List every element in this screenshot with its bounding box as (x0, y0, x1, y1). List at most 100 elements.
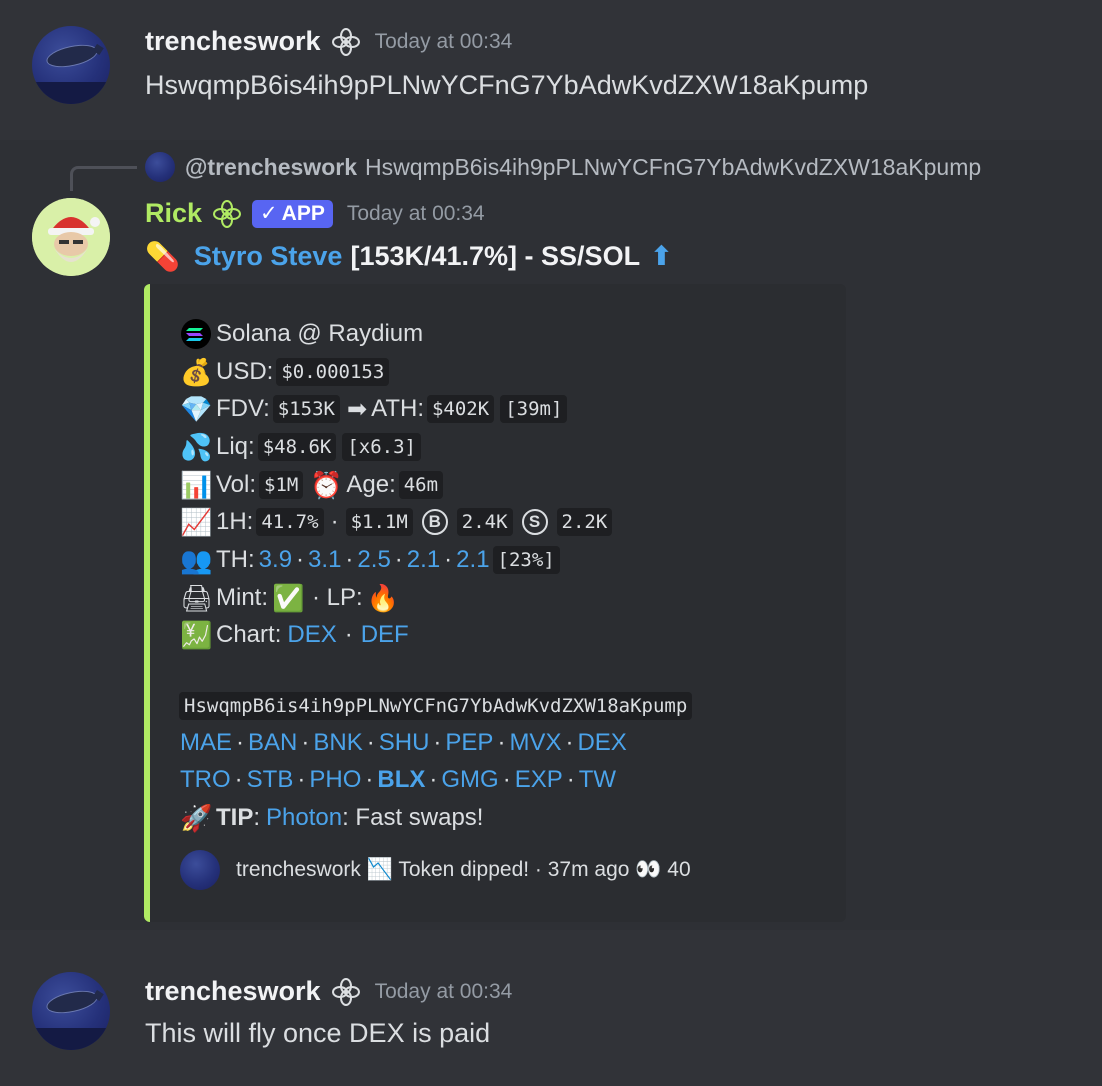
pill-icon: 💊 (145, 241, 180, 272)
lp-label: · LP: (312, 584, 363, 611)
clan-tag-icon[interactable] (212, 199, 242, 229)
age-value: 46m (398, 471, 444, 499)
footer-avatar (180, 850, 220, 890)
reply-text[interactable]: HswqmpB6is4ih9pPLNwYCFnG7YbAdwKvdZXW18aK… (365, 154, 981, 181)
username[interactable]: trencheswork (145, 26, 321, 57)
users-icon: 👥 (180, 545, 213, 575)
user-avatar[interactable] (32, 26, 110, 104)
link-exp[interactable]: EXP (515, 766, 563, 794)
separator: · (502, 766, 511, 793)
message-text: This will fly once DEX is paid (145, 1018, 491, 1048)
tip-colon: : (253, 804, 261, 831)
vol-value: $1M (259, 471, 304, 499)
th-link[interactable]: 2.1 (407, 546, 440, 574)
footer-text: trencheswork 📉 Token dipped! · 37m ago 👀… (236, 858, 691, 881)
buys-count: 2.4K (456, 508, 513, 536)
up-arrow-icon: ⬆ (650, 241, 673, 271)
h1-volume: $1.1M (345, 508, 413, 536)
link-gmg[interactable]: GMG (441, 766, 498, 794)
sell-icon: S (521, 509, 548, 535)
th-link[interactable]: 3.1 (308, 546, 341, 574)
token-link[interactable]: Styro Steve (194, 241, 343, 272)
chart-yen-icon: 💹 (180, 620, 213, 650)
th-label: TH: (216, 546, 255, 573)
separator: · (433, 729, 442, 756)
bot-avatar[interactable] (32, 198, 110, 276)
app-badge: ✓ APP (252, 199, 333, 228)
link-tw[interactable]: TW (579, 766, 616, 794)
user-avatar[interactable] (32, 972, 110, 1050)
link-tro[interactable]: TRO (180, 766, 231, 794)
link-pho[interactable]: PHO (309, 766, 361, 794)
buy-icon: B (421, 509, 448, 535)
link-ban[interactable]: BAN (248, 729, 297, 757)
link-blx[interactable]: BLX (377, 766, 425, 794)
liq-value: $48.6K (257, 433, 337, 461)
right-arrow-icon: ➡ (346, 395, 368, 423)
link-pep[interactable]: PEP (445, 729, 493, 757)
ath-time: [39m] (500, 395, 568, 423)
th-link[interactable]: 2.1 (456, 546, 489, 574)
h1-label: 1H: (216, 508, 254, 535)
token-embed: Solana @ Raydium 💰 USD: $0.000153 💎 FDV:… (144, 284, 846, 922)
clan-tag-icon[interactable] (331, 27, 361, 57)
age-label: Age: (346, 471, 396, 498)
separator: · (444, 546, 453, 573)
link-shu[interactable]: SHU (379, 729, 430, 757)
gem-icon: 💎 (180, 394, 213, 424)
ath-value: $402K (426, 395, 495, 423)
reply-mention[interactable]: @trencheswork (185, 154, 357, 181)
reply-avatar (145, 152, 175, 182)
alarm-clock-icon: ⏰ (310, 470, 343, 500)
reply-connector (70, 166, 137, 191)
separator: · (366, 729, 375, 756)
tip-text: : Fast swaps! (342, 804, 484, 831)
separator: · (497, 729, 506, 756)
separator: · (394, 546, 403, 573)
santa-avatar-icon (32, 198, 110, 276)
h1-percent: 41.7% (256, 508, 324, 536)
liq-multiplier: [x6.3] (342, 433, 421, 461)
printer-icon: 🖨 (180, 583, 214, 613)
link-mvx[interactable]: MVX (509, 729, 561, 757)
separator: · (234, 766, 243, 793)
separator: · (297, 766, 306, 793)
link-dex[interactable]: DEX (577, 729, 626, 757)
message-1: trencheswork Today at 00:34 HswqmpB6is4i… (0, 0, 1102, 140)
link-bnk[interactable]: BNK (313, 729, 362, 757)
clan-tag-icon[interactable] (331, 977, 361, 1007)
bot-username[interactable]: Rick (145, 198, 202, 229)
separator: · (301, 729, 310, 756)
th-link[interactable]: 3.9 (259, 546, 292, 574)
check-mark-icon: ✅ (272, 583, 305, 613)
contract-address[interactable]: HswqmpB6is4ih9pPLNwYCFnG7YbAdwKvdZXW18aK… (179, 692, 693, 720)
droplets-icon: 💦 (180, 432, 213, 462)
liq-label: Liq: (216, 433, 255, 460)
fdv-label: FDV: (216, 395, 270, 422)
fire-icon: 🔥 (366, 583, 400, 613)
verified-check-icon: ✓ (260, 202, 278, 225)
separator: · (296, 546, 305, 573)
bot-title: 💊 Styro Steve [153K/41.7%] - SS/SOL ⬆ (145, 240, 673, 273)
chart-link-def[interactable]: DEF (361, 621, 409, 649)
rocket-icon: 🚀 (180, 803, 213, 833)
message-text: HswqmpB6is4ih9pPLNwYCFnG7YbAdwKvdZXW18aK… (145, 70, 869, 100)
sells-count: 2.2K (556, 508, 613, 536)
timestamp: Today at 00:34 (346, 201, 485, 225)
usd-label: USD: (216, 358, 274, 385)
th-link[interactable]: 2.5 (357, 546, 390, 574)
title-stats: [153K/41.7%] - SS/SOL (350, 241, 641, 271)
username[interactable]: trencheswork (145, 976, 321, 1007)
separator: · (429, 766, 438, 793)
separator: · (344, 621, 353, 648)
separator: · (330, 508, 339, 535)
link-mae[interactable]: MAE (180, 729, 232, 757)
vol-label: Vol: (216, 471, 257, 498)
money-bag-icon: 💰 (180, 357, 213, 387)
separator: · (565, 729, 574, 756)
tip-link-photon[interactable]: Photon (266, 804, 342, 832)
chart-link-dex[interactable]: DEX (287, 621, 336, 649)
link-stb[interactable]: STB (247, 766, 294, 794)
ath-label: ATH: (371, 395, 424, 422)
reply-preview[interactable]: @trencheswork HswqmpB6is4ih9pPLNwYCFnG7Y… (145, 152, 981, 182)
